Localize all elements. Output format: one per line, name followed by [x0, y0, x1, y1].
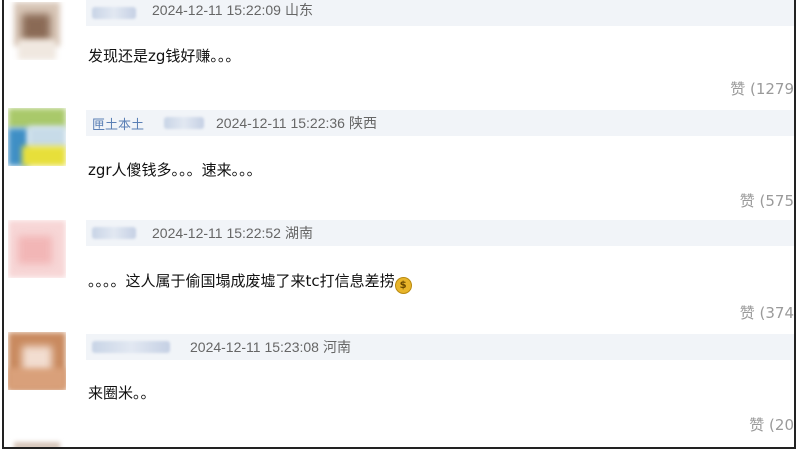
avatar[interactable] — [8, 332, 66, 390]
comment-text-content: 。。。。这人属于偷国塌成废墟了来tc打信息差捞 — [88, 272, 395, 290]
comment-text: zgr人傻钱多。。。速来。。。 — [88, 161, 262, 179]
location: 河南 — [322, 339, 351, 355]
comment-list: 2024-12-11 15:22:09 山东 发现还是zg钱好赚。。。 赞 (12… — [2, 0, 796, 449]
location: 陕西 — [348, 115, 377, 131]
comment-meta-bar: 2024-12-11 15:22:52 湖南 — [86, 220, 794, 246]
like-button[interactable]: 赞 (575 — [740, 190, 794, 211]
avatar[interactable] — [8, 108, 66, 166]
location: 湖南 — [284, 225, 313, 241]
timestamp: 2024-12-11 15:22:36 — [216, 115, 345, 131]
comment-meta: 2024-12-11 15:22:09 山东 — [152, 0, 313, 20]
money-bag-icon: $ — [394, 277, 412, 294]
avatar[interactable] — [14, 442, 60, 447]
comment-text: 发现还是zg钱好赚。。。 — [88, 47, 241, 65]
comment-text: 来圈米。。 — [88, 384, 156, 402]
like-button[interactable]: 赞 (374 — [740, 302, 794, 323]
username-blurred[interactable] — [92, 7, 136, 19]
comment-meta-bar: 匣土本土 2024-12-11 15:22:36 陕西 — [86, 110, 794, 136]
avatar[interactable] — [8, 220, 66, 278]
comment-meta: 2024-12-11 15:22:52 湖南 — [152, 223, 313, 243]
comment-meta: 2024-12-11 15:22:36 陕西 — [216, 113, 377, 133]
username-blurred[interactable] — [92, 227, 136, 239]
username[interactable]: 匣土本土 — [92, 114, 144, 133]
username-blurred[interactable] — [164, 117, 204, 129]
comment-meta: 2024-12-11 15:23:08 河南 — [190, 337, 351, 357]
avatar[interactable] — [8, 2, 66, 60]
timestamp: 2024-12-11 15:23:08 — [190, 339, 319, 355]
username-blurred[interactable] — [92, 341, 170, 353]
comment-meta-bar: 2024-12-11 15:22:09 山东 — [86, 0, 794, 26]
location: 山东 — [284, 2, 313, 18]
timestamp: 2024-12-11 15:22:09 — [152, 2, 281, 18]
comment-meta-bar: 2024-12-11 15:23:08 河南 — [86, 334, 794, 360]
like-button[interactable]: 赞 (1279 — [730, 78, 794, 99]
comment-text: 。。。。这人属于偷国塌成废墟了来tc打信息差捞 $ — [88, 270, 412, 294]
timestamp: 2024-12-11 15:22:52 — [152, 225, 281, 241]
like-button[interactable]: 赞 (20 — [749, 414, 794, 435]
